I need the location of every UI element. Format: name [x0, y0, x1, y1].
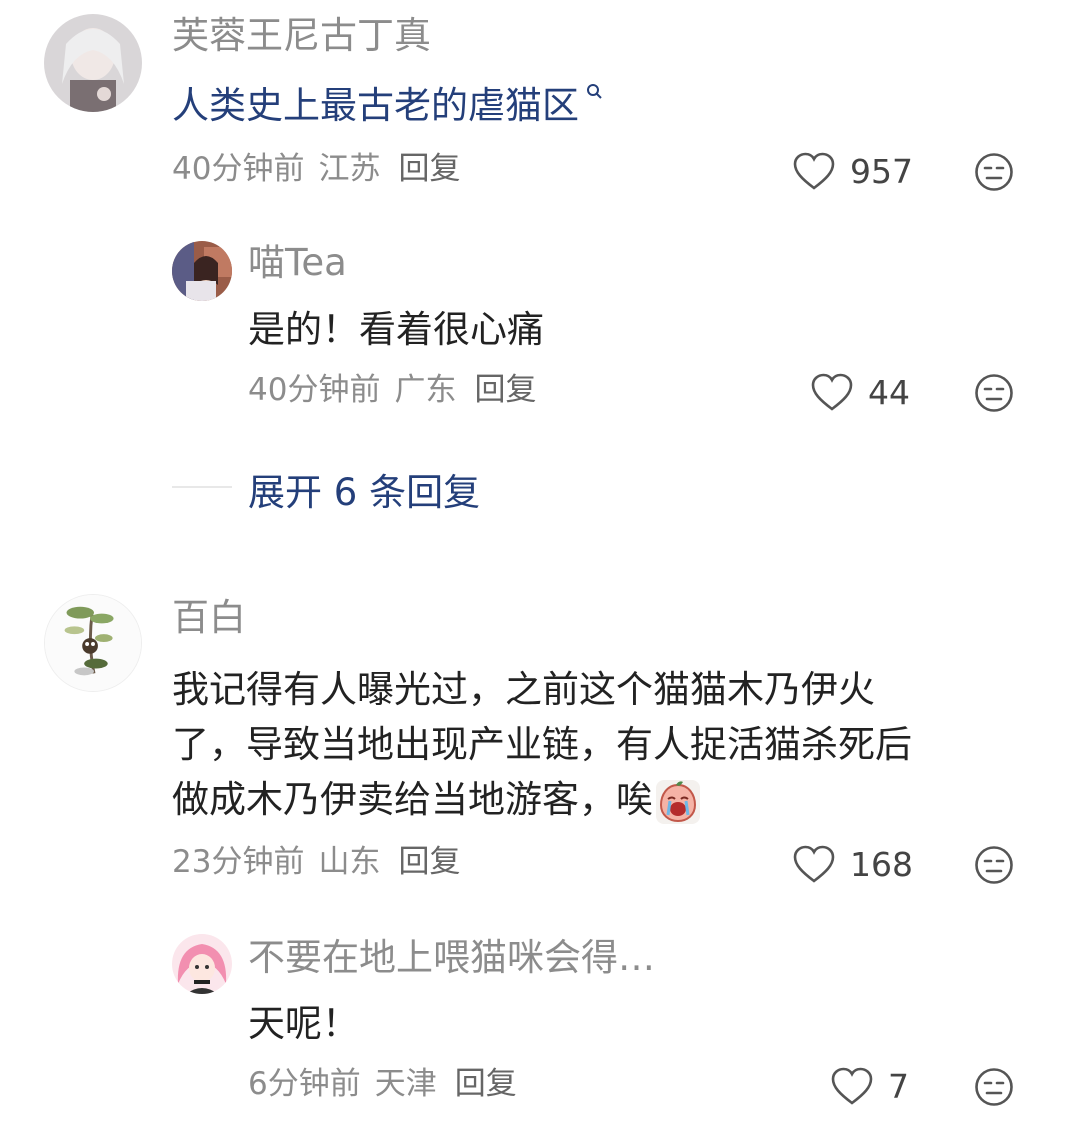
reply-location: 广东 — [394, 372, 457, 408]
comment-text-line: 了，导致当地出现产业链，有人捉活猫杀死后 — [172, 723, 912, 766]
avatar[interactable] — [172, 934, 232, 994]
reply-text[interactable]: 天呢！ — [248, 996, 359, 1051]
like-button[interactable]: 7 — [830, 1061, 909, 1111]
reply-location: 天津 — [374, 1066, 437, 1102]
avatar[interactable] — [172, 241, 232, 301]
like-count: 7 — [888, 1066, 909, 1106]
like-button[interactable]: 957 — [792, 146, 913, 196]
reply-text[interactable]: 是的！看着很心痛 — [248, 302, 544, 357]
reply-time: 40分钟前 — [248, 372, 381, 408]
comment-time: 40分钟前 — [172, 151, 305, 187]
comment-text[interactable]: 人类史上最古老的虐猫区 — [172, 78, 603, 133]
reply-button[interactable]: 回复 — [398, 151, 460, 187]
search-icon — [587, 84, 602, 99]
reply-button[interactable]: 回复 — [455, 1066, 517, 1102]
heart-icon — [831, 1067, 873, 1105]
crying-emoji-icon — [656, 779, 700, 824]
like-count: 44 — [868, 372, 910, 412]
dislike-face-icon[interactable] — [974, 1067, 1014, 1107]
comment-time: 23分钟前 — [172, 844, 305, 880]
dislike-face-icon[interactable] — [974, 373, 1014, 413]
reply-meta: 6分钟前 天津 回复 — [248, 1066, 531, 1103]
reply-username[interactable]: 喵Tea — [248, 241, 347, 285]
like-button[interactable]: 168 — [792, 839, 913, 889]
comment-location: 山东 — [318, 844, 381, 880]
heart-icon — [793, 152, 835, 190]
like-count: 957 — [850, 151, 913, 191]
reply-button[interactable]: 回复 — [398, 844, 460, 880]
avatar[interactable] — [44, 594, 142, 692]
expand-divider — [172, 486, 232, 488]
dislike-face-icon[interactable] — [974, 152, 1014, 192]
reply-time: 6分钟前 — [248, 1066, 361, 1102]
like-button[interactable]: 44 — [810, 367, 910, 417]
search-keyword-link[interactable]: 人类史上最古老的虐猫区 — [172, 84, 579, 127]
comment-meta: 40分钟前 江苏 回复 — [172, 151, 474, 188]
comment-text[interactable]: 我记得有人曝光过，之前这个猫猫木乃伊火 了，导致当地出现产业链，有人捉活猫杀死后… — [172, 662, 1032, 827]
like-count: 168 — [850, 844, 913, 884]
heart-icon — [793, 845, 835, 883]
heart-icon — [811, 373, 853, 411]
avatar[interactable] — [44, 14, 142, 112]
reply-button[interactable]: 回复 — [474, 372, 536, 408]
comment-location: 江苏 — [318, 151, 381, 187]
comment-username[interactable]: 芙蓉王尼古丁真 — [172, 14, 431, 58]
comment-text-line: 做成木乃伊卖给当地游客，唉 — [172, 778, 653, 821]
comment-text-line: 我记得有人曝光过，之前这个猫猫木乃伊火 — [172, 668, 875, 711]
reply-username[interactable]: 不要在地上喂猫咪会得… — [248, 936, 655, 980]
dislike-face-icon[interactable] — [974, 845, 1014, 885]
reply-meta: 40分钟前 广东 回复 — [248, 372, 550, 409]
comment-username[interactable]: 百白 — [172, 596, 246, 640]
comment-text-last-line: 做成木乃伊卖给当地游客，唉 — [172, 772, 1032, 827]
comment-meta: 23分钟前 山东 回复 — [172, 844, 474, 881]
expand-replies-button[interactable]: 展开 6 条回复 — [248, 462, 480, 516]
